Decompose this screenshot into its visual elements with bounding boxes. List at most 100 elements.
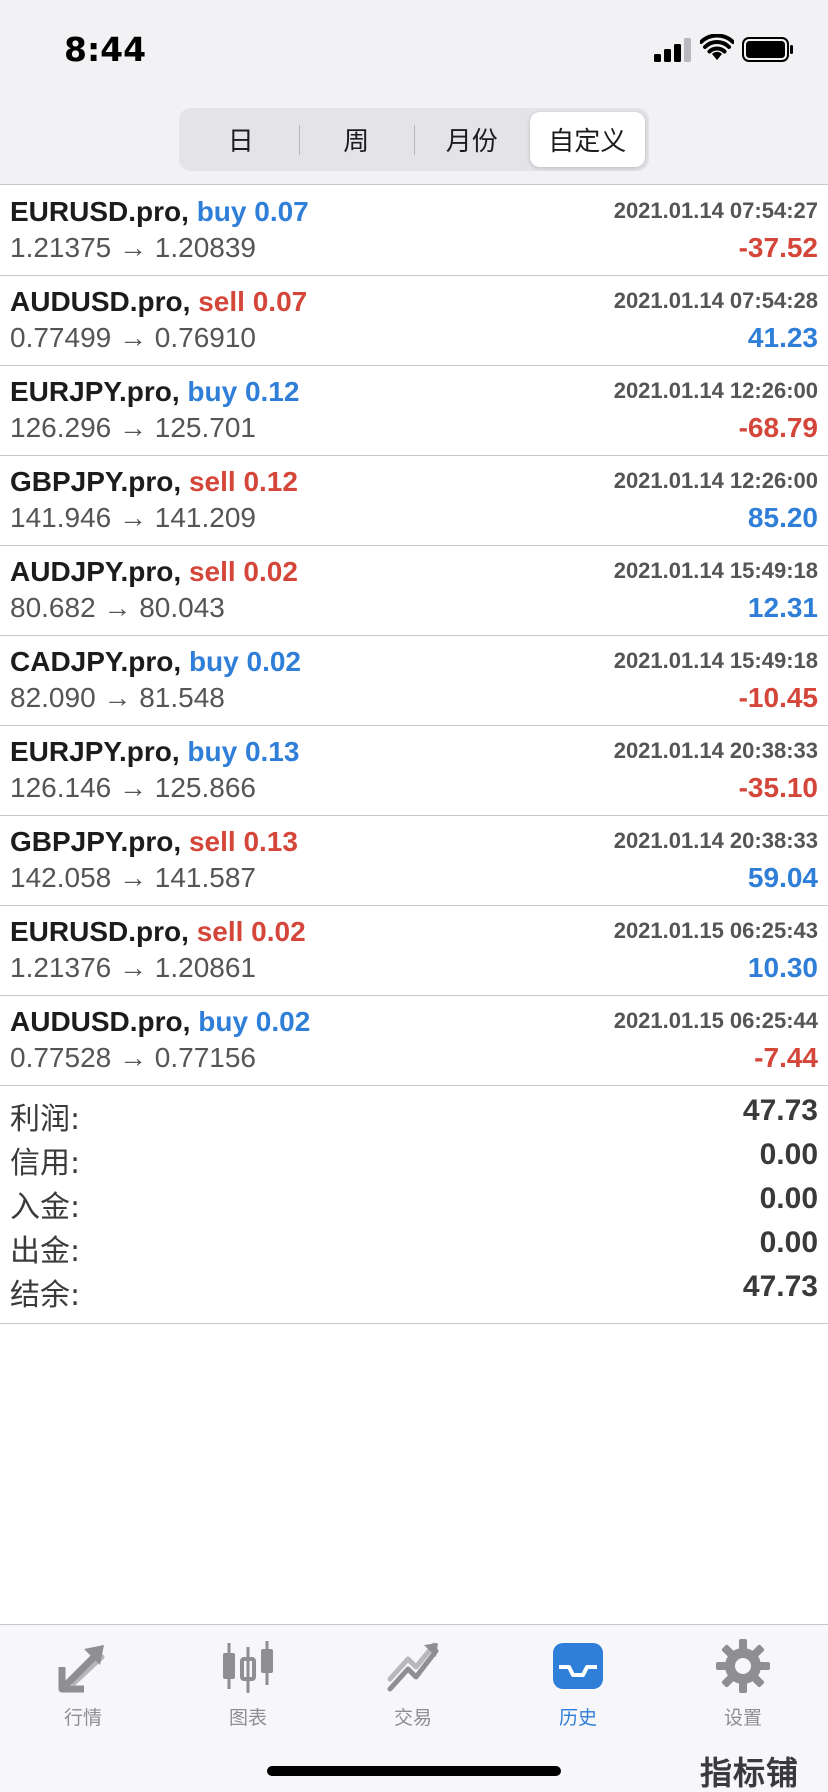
tab-candlestick-chart[interactable]: 图表	[188, 1637, 308, 1747]
arrow-icon: →	[119, 232, 147, 263]
trade-header: AUDUSD.pro, buy 0.02	[10, 1006, 310, 1038]
account-summary: 利润: 47.73 信用: 0.00 入金: 0.00 出金: 0.00 结余: 47.73	[0, 1084, 828, 1324]
trade-symbol: EURUSD.pro,	[10, 916, 189, 947]
trade-prices: 126.296 → 125.701	[10, 412, 256, 444]
trade-side: sell	[198, 286, 245, 317]
close-price: 1.20861	[154, 952, 256, 983]
trade-time: 2021.01.14 12:26:00	[613, 378, 818, 403]
trade-row[interactable]: AUDUSD.pro, sell 0.07 2021.01.14 07:54:28…	[0, 276, 828, 366]
trade-row[interactable]: EURUSD.pro, sell 0.02 2021.01.15 06:25:43…	[0, 906, 828, 996]
period-tab[interactable]: 自定义	[529, 112, 645, 167]
open-price: 126.146	[10, 772, 112, 803]
trade-symbol: EURJPY.pro,	[10, 736, 180, 767]
summary-value: 47.73	[742, 1270, 818, 1303]
trade-side: buy	[188, 646, 239, 677]
summary-label: 信用:	[10, 1146, 81, 1181]
trade-volume: 0.02	[251, 916, 306, 947]
gear-icon	[716, 1639, 770, 1693]
trade-header: AUDJPY.pro, sell 0.02	[10, 556, 298, 588]
summary-row: 利润: 47.73	[0, 1094, 828, 1138]
trade-time: 2021.01.14 07:54:27	[613, 198, 818, 223]
tab-trade-trend[interactable]: 交易	[353, 1637, 473, 1747]
trade-header: EURUSD.pro, buy 0.07	[10, 196, 309, 228]
summary-row: 出金: 0.00	[0, 1226, 828, 1270]
close-price: 0.76910	[154, 322, 256, 353]
top-area: 8:44 日周月份 自定义	[0, 0, 828, 185]
arrow-icon: →	[119, 772, 147, 803]
trade-prices: 1.21375 → 1.20839	[10, 232, 256, 264]
trade-volume: 0.12	[243, 466, 298, 497]
open-price: 142.058	[10, 862, 112, 893]
close-price: 125.701	[154, 412, 256, 443]
trade-profit: -10.45	[738, 682, 818, 713]
tab-history-inbox[interactable]: 历史	[518, 1637, 638, 1747]
trade-row[interactable]: EURUSD.pro, buy 0.07 2021.01.14 07:54:27 1…	[0, 186, 828, 276]
trade-symbol: GBPJPY.pro,	[10, 826, 182, 857]
trade-volume: 0.02	[246, 646, 302, 677]
trade-prices: 142.058 → 141.587	[10, 862, 256, 894]
close-price: 125.866	[154, 772, 256, 803]
trade-profit: 10.30	[747, 952, 818, 983]
trade-row[interactable]: EURJPY.pro, buy 0.12 2021.01.14 12:26:00 1…	[0, 366, 828, 456]
trade-time: 2021.01.14 07:54:28	[613, 288, 818, 313]
summary-row: 入金: 0.00	[0, 1182, 828, 1226]
trade-prices: 126.146 → 125.866	[10, 772, 256, 804]
close-price: 0.77156	[154, 1042, 256, 1073]
summary-value: 0.00	[759, 1182, 818, 1215]
trade-profit: -7.44	[754, 1042, 818, 1073]
trade-volume: 0.07	[254, 196, 309, 227]
trade-side: sell	[188, 826, 236, 857]
tab-quotes-arrows[interactable]: 行情	[23, 1637, 143, 1747]
trade-profit: 41.23	[747, 322, 818, 353]
trade-time: 2021.01.14 15:49:18	[613, 648, 818, 673]
period-tab[interactable]: 周	[298, 112, 415, 167]
trade-symbol: CADJPY.pro,	[10, 646, 182, 677]
trade-row[interactable]: GBPJPY.pro, sell 0.13 2021.01.14 20:38:33…	[0, 816, 828, 906]
status-time: 8:44	[64, 30, 147, 69]
period-tab[interactable]: 日	[183, 112, 299, 167]
trade-profit: 12.31	[747, 592, 818, 623]
trade-profit: -68.79	[738, 412, 818, 443]
close-price: 141.209	[154, 502, 256, 533]
trade-profit: 59.04	[747, 862, 818, 893]
trade-row[interactable]: GBPJPY.pro, sell 0.12 2021.01.14 12:26:00…	[0, 456, 828, 546]
trade-symbol: GBPJPY.pro,	[10, 466, 182, 497]
trade-prices: 1.21376 → 1.20861	[10, 952, 256, 984]
trade-row[interactable]: AUDJPY.pro, sell 0.02 2021.01.14 15:49:18…	[0, 546, 828, 636]
trade-side: buy	[198, 1006, 249, 1037]
trade-volume: 0.13	[244, 736, 300, 767]
trade-volume: 0.07	[252, 286, 308, 317]
trade-header: EURJPY.pro, buy 0.13	[10, 736, 299, 768]
tab-gear[interactable]: 设置	[683, 1637, 803, 1747]
arrow-icon: →	[119, 952, 147, 983]
trade-row[interactable]: AUDUSD.pro, buy 0.02 2021.01.15 06:25:44 0…	[0, 996, 828, 1086]
trade-row[interactable]: EURJPY.pro, buy 0.13 2021.01.14 20:38:33 1…	[0, 726, 828, 816]
trade-prices: 0.77499 → 0.76910	[10, 322, 256, 354]
period-tab[interactable]: 月份	[414, 112, 530, 167]
watermark-text: 指标铺	[700, 1754, 800, 1792]
tab-label: 交易	[393, 1707, 432, 1729]
close-price: 81.548	[139, 682, 225, 713]
open-price: 126.296	[10, 412, 112, 443]
quotes-arrows-icon	[58, 1645, 105, 1693]
summary-label: 结余:	[10, 1278, 81, 1313]
open-price: 80.682	[10, 592, 96, 623]
summary-value: 0.00	[759, 1138, 818, 1171]
arrow-icon: →	[119, 322, 147, 353]
tab-label: 设置	[723, 1707, 762, 1729]
close-price: 1.20839	[154, 232, 256, 263]
open-price: 1.21375	[10, 232, 112, 263]
candlestick-chart-icon	[223, 1641, 273, 1693]
trade-header: GBPJPY.pro, sell 0.13	[10, 826, 298, 858]
trade-profit: -35.10	[738, 772, 818, 803]
trade-time: 2021.01.15 06:25:44	[613, 1008, 818, 1033]
period-segmented-control: 日周月份 自定义	[179, 108, 649, 171]
trade-volume: 0.13	[243, 826, 298, 857]
history-inbox-icon	[553, 1643, 603, 1689]
status-bar: 8:44	[0, 0, 828, 100]
trade-row[interactable]: CADJPY.pro, buy 0.02 2021.01.14 15:49:18 8…	[0, 636, 828, 726]
close-price: 141.587	[154, 862, 256, 893]
trade-header: CADJPY.pro, buy 0.02	[10, 646, 301, 678]
arrow-icon: →	[119, 1042, 147, 1073]
trade-side: sell	[196, 916, 244, 947]
